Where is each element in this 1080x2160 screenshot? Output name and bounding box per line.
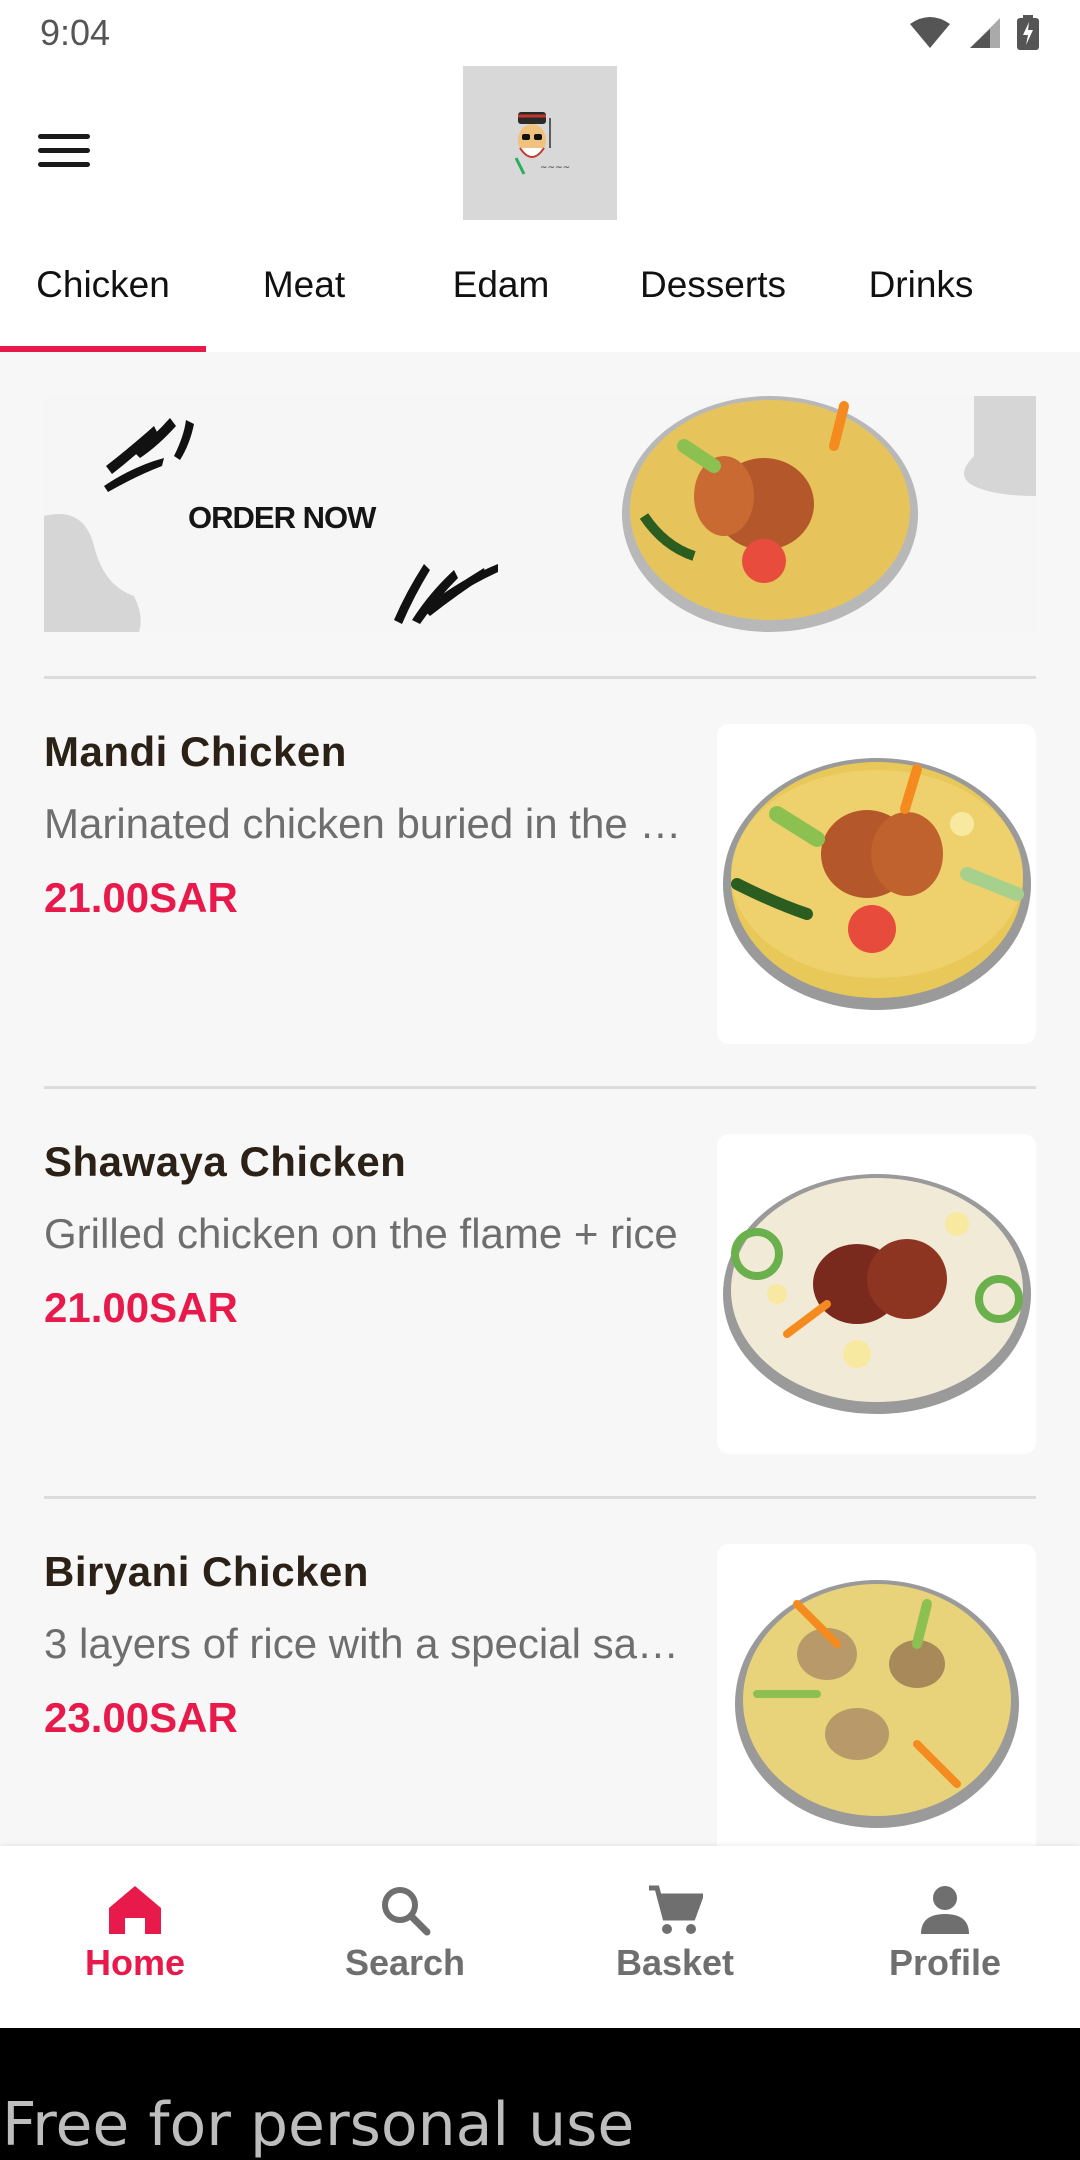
tab-label: Drinks	[868, 264, 974, 305]
nav-label: Search	[344, 1942, 466, 1983]
item-name: Biryani Chicken	[44, 1548, 369, 1595]
divider	[44, 1086, 1036, 1089]
tab-label: Meat	[262, 264, 346, 305]
item-price: 21.00SAR	[44, 1284, 238, 1331]
tab-label: Chicken	[36, 264, 170, 305]
profile-icon	[921, 1886, 969, 1934]
banner-text: ORDER NOW	[188, 500, 376, 535]
biryani-chicken-image	[735, 1580, 1019, 1828]
item-price: 21.00SAR	[44, 874, 238, 921]
divider	[44, 676, 1036, 679]
menu-line	[38, 133, 90, 139]
battery-icon	[1017, 15, 1039, 50]
nav-profile[interactable]: Profile	[810, 1846, 1080, 2028]
app-screen: 9:04 ~~~~ Chicken Meat Edam Desserts Dri…	[0, 0, 1080, 2160]
menu-line	[38, 161, 90, 167]
cart-icon	[649, 1885, 703, 1934]
signal-icon	[970, 18, 1000, 48]
item-description: 3 layers of rice with a special sauce	[44, 1620, 684, 1667]
item-name: Shawaya Chicken	[44, 1138, 407, 1185]
tab-meat[interactable]: Meat	[206, 218, 402, 352]
item-name: Mandi Chicken	[44, 728, 347, 775]
divider	[44, 1496, 1036, 1499]
watermark-band: Free for personal use	[0, 2028, 1080, 2160]
home-icon	[109, 1886, 161, 1934]
nav-home[interactable]: Home	[0, 1846, 270, 2028]
logo-icon: ~~~~	[514, 112, 570, 175]
item-description: Grilled chicken on the flame + rice	[44, 1210, 678, 1257]
tab-label: Desserts	[640, 264, 786, 305]
menu-item[interactable]: Biryani Chicken 3 layers of rice with a …	[44, 1544, 1036, 1864]
shawaya-chicken-image	[723, 1174, 1031, 1414]
wifi-icon	[910, 17, 950, 48]
svg-text:~~~~: ~~~~	[540, 163, 570, 173]
item-image	[717, 1544, 1036, 1864]
item-description: Marinated chicken buried in the rice	[44, 800, 684, 847]
item-image	[717, 724, 1036, 1044]
nav-search[interactable]: Search	[270, 1846, 540, 2028]
nav-label: Basket	[615, 1942, 735, 1983]
hamburger-menu-button[interactable]	[38, 122, 94, 178]
menu-item[interactable]: Mandi Chicken Marinated chicken buried i…	[44, 724, 1036, 1044]
nav-label: Home	[84, 1942, 186, 1983]
tab-desserts[interactable]: Desserts	[600, 218, 826, 352]
menu-line	[38, 147, 90, 153]
tab-edam[interactable]: Edam	[402, 218, 600, 352]
search-icon	[382, 1887, 431, 1936]
status-time: 9:04	[40, 12, 111, 53]
category-tab-row: Chicken Meat Edam Desserts Drinks	[0, 218, 1080, 352]
nav-basket[interactable]: Basket	[540, 1846, 810, 2028]
nav-label: Profile	[888, 1942, 1002, 1983]
promo-banner[interactable]: ORDER NOW	[44, 396, 1036, 632]
tab-chicken[interactable]: Chicken	[0, 218, 206, 352]
item-image	[717, 1134, 1036, 1454]
restaurant-logo: ~~~~	[463, 66, 617, 220]
item-price: 23.00SAR	[44, 1694, 238, 1741]
tab-drinks[interactable]: Drinks	[826, 218, 1016, 352]
tab-label: Edam	[452, 264, 550, 305]
status-bar: 9:04	[0, 0, 1080, 66]
menu-item[interactable]: Shawaya Chicken Grilled chicken on the f…	[44, 1134, 1036, 1454]
watermark-text: Free for personal use	[2, 2090, 635, 2160]
status-icons	[908, 15, 1040, 51]
bottom-navigation: Home Search Basket Profile	[0, 1846, 1080, 2028]
mandi-chicken-image	[723, 758, 1031, 1010]
